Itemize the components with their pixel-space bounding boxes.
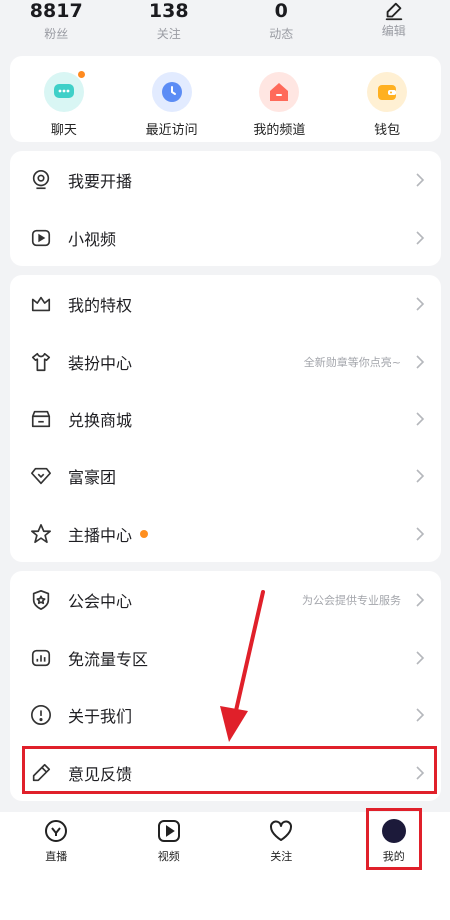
stat-moments[interactable]: 0 动态	[225, 0, 338, 48]
broadcast-icon	[32, 169, 50, 189]
menu-label: 公会中心	[68, 591, 133, 611]
chevron-right-icon	[416, 354, 425, 369]
menu-item-exchange-store[interactable]: 兑换商城	[10, 390, 441, 447]
edit-label: 编辑	[381, 24, 406, 38]
live-icon	[45, 820, 68, 842]
tab-label: 直播	[45, 850, 68, 863]
menu-label: 兑换商城	[68, 410, 133, 430]
stat-value: 8817	[29, 0, 83, 22]
diamond-icon	[31, 467, 51, 484]
quick-label: 我的频道	[253, 123, 306, 138]
chevron-right-icon	[416, 592, 425, 607]
chat-icon	[53, 84, 74, 98]
menu-item-guild-center[interactable]: 公会中心 为公会提供专业服务	[10, 571, 441, 628]
stat-value: 0	[274, 0, 288, 22]
tab-video[interactable]: 视频	[113, 812, 226, 872]
menu-item-start-live[interactable]: 我要开播	[10, 151, 441, 208]
quick-item-recent[interactable]: 最近访问	[118, 56, 226, 142]
stat-fans[interactable]: 8817 粉丝	[0, 0, 113, 48]
menu-item-rich-club[interactable]: 富豪团	[10, 447, 441, 504]
quick-item-channel[interactable]: 我的频道	[226, 56, 334, 142]
clock-icon	[161, 82, 182, 102]
menu-label-text: 主播中心	[68, 525, 133, 545]
menu-label: 主播中心	[68, 522, 149, 546]
shirt-icon	[31, 352, 51, 371]
menu-label: 我的特权	[68, 295, 133, 315]
tab-label: 关注	[270, 850, 293, 863]
stat-label: 关注	[156, 27, 181, 41]
stat-following[interactable]: 138 关注	[113, 0, 226, 48]
menu-group-features: 我的特权 装扮中心 全新勋章等你点亮~ 兑换商城 富豪团 主播中心	[10, 275, 441, 562]
chevron-right-icon	[416, 230, 425, 245]
store-icon	[31, 410, 51, 427]
menu-group-broadcast: 我要开播 小视频	[10, 151, 441, 266]
menu-subtitle: 为公会提供专业服务	[302, 593, 401, 607]
crown-icon	[31, 296, 51, 311]
home-icon	[270, 83, 289, 101]
chevron-right-icon	[416, 468, 425, 483]
menu-item-anchor-center[interactable]: 主播中心	[10, 505, 441, 562]
bottom-blank	[0, 872, 450, 920]
clock-icon-bg	[151, 72, 192, 112]
play-icon	[157, 820, 180, 842]
tab-label: 视频	[157, 850, 180, 863]
quick-label: 聊天	[50, 123, 77, 138]
menu-label: 装扮中心	[68, 353, 133, 373]
stat-value: 138	[148, 0, 189, 22]
tab-follow[interactable]: 关注	[225, 812, 338, 872]
notification-dot	[140, 530, 149, 538]
menu-label: 小视频	[68, 229, 117, 249]
stat-label: 粉丝	[44, 27, 69, 41]
menu-label: 我要开播	[68, 171, 133, 191]
unread-dot	[76, 70, 86, 79]
wallet-icon-bg	[367, 72, 408, 112]
menu-label: 关于我们	[68, 706, 133, 726]
quick-item-chat[interactable]: 聊天	[10, 56, 118, 142]
menu-item-about-us[interactable]: 关于我们	[10, 686, 441, 743]
chat-icon-bg	[43, 70, 86, 112]
menu-label: 免流量专区	[68, 649, 149, 669]
menu-subtitle: 全新勋章等你点亮~	[303, 355, 401, 369]
chevron-right-icon	[416, 526, 425, 541]
wallet-icon	[378, 85, 397, 100]
home-icon-bg	[259, 72, 300, 112]
stat-label: 动态	[269, 27, 294, 41]
heart-icon	[270, 820, 293, 841]
shield-icon	[32, 589, 50, 610]
quick-access-card: 聊天 最近访问 我的频道 钱包	[10, 56, 441, 142]
menu-item-dressup[interactable]: 装扮中心 全新勋章等你点亮~	[10, 333, 441, 390]
chevron-right-icon	[416, 411, 425, 426]
chevron-right-icon	[416, 172, 425, 187]
menu-item-privileges[interactable]: 我的特权	[10, 275, 441, 332]
menu-item-free-data[interactable]: 免流量专区	[10, 629, 441, 686]
chevron-right-icon	[416, 707, 425, 722]
highlight-box-me-tab	[366, 808, 422, 870]
video-icon	[31, 229, 51, 246]
quick-item-wallet[interactable]: 钱包	[333, 56, 441, 142]
tab-live[interactable]: 直播	[0, 812, 113, 872]
info-icon	[31, 704, 51, 725]
quick-label: 钱包	[374, 123, 401, 138]
profile-stats: 8817 粉丝 138 关注 0 动态 编辑	[0, 0, 450, 48]
edit-button[interactable]: 编辑	[338, 0, 450, 48]
star-icon	[31, 523, 51, 543]
edit-icon	[385, 2, 402, 21]
menu-label: 富豪团	[68, 467, 117, 487]
quick-label: 最近访问	[145, 123, 198, 138]
menu-item-short-video[interactable]: 小视频	[10, 209, 441, 266]
chevron-right-icon	[416, 296, 425, 311]
chart-icon	[31, 649, 51, 666]
chevron-right-icon	[416, 650, 425, 665]
highlight-box-feedback	[22, 746, 437, 794]
